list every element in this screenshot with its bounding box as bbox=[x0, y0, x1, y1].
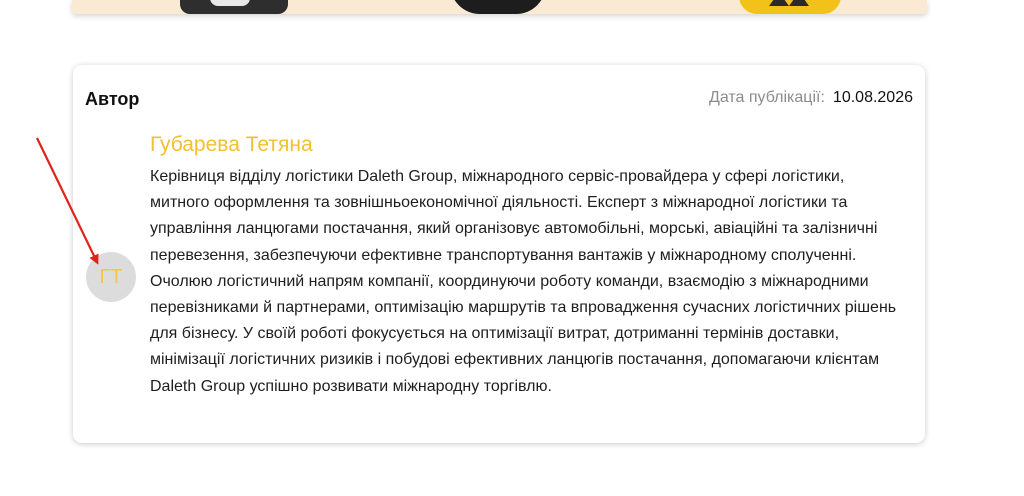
author-bio: Керівниця відділу логістики Daleth Group… bbox=[150, 168, 897, 395]
banner-object-center bbox=[450, 0, 546, 14]
publication-date-label: Дата публікації: bbox=[709, 89, 825, 106]
author-card: Автор Дата публікації: 10.08.2026 ГТ Губа… bbox=[73, 65, 925, 443]
publication-date: Дата публікації: 10.08.2026 bbox=[709, 89, 913, 107]
banner-image bbox=[72, 0, 927, 14]
card-heading: Автор bbox=[85, 89, 140, 109]
banner-object-right bbox=[739, 0, 841, 14]
publication-date-value: 10.08.2026 bbox=[832, 89, 913, 106]
avatar[interactable]: ГТ bbox=[86, 252, 136, 302]
banner-object-left bbox=[180, 0, 288, 14]
author-name[interactable]: Губарева Тетяна bbox=[150, 133, 313, 157]
